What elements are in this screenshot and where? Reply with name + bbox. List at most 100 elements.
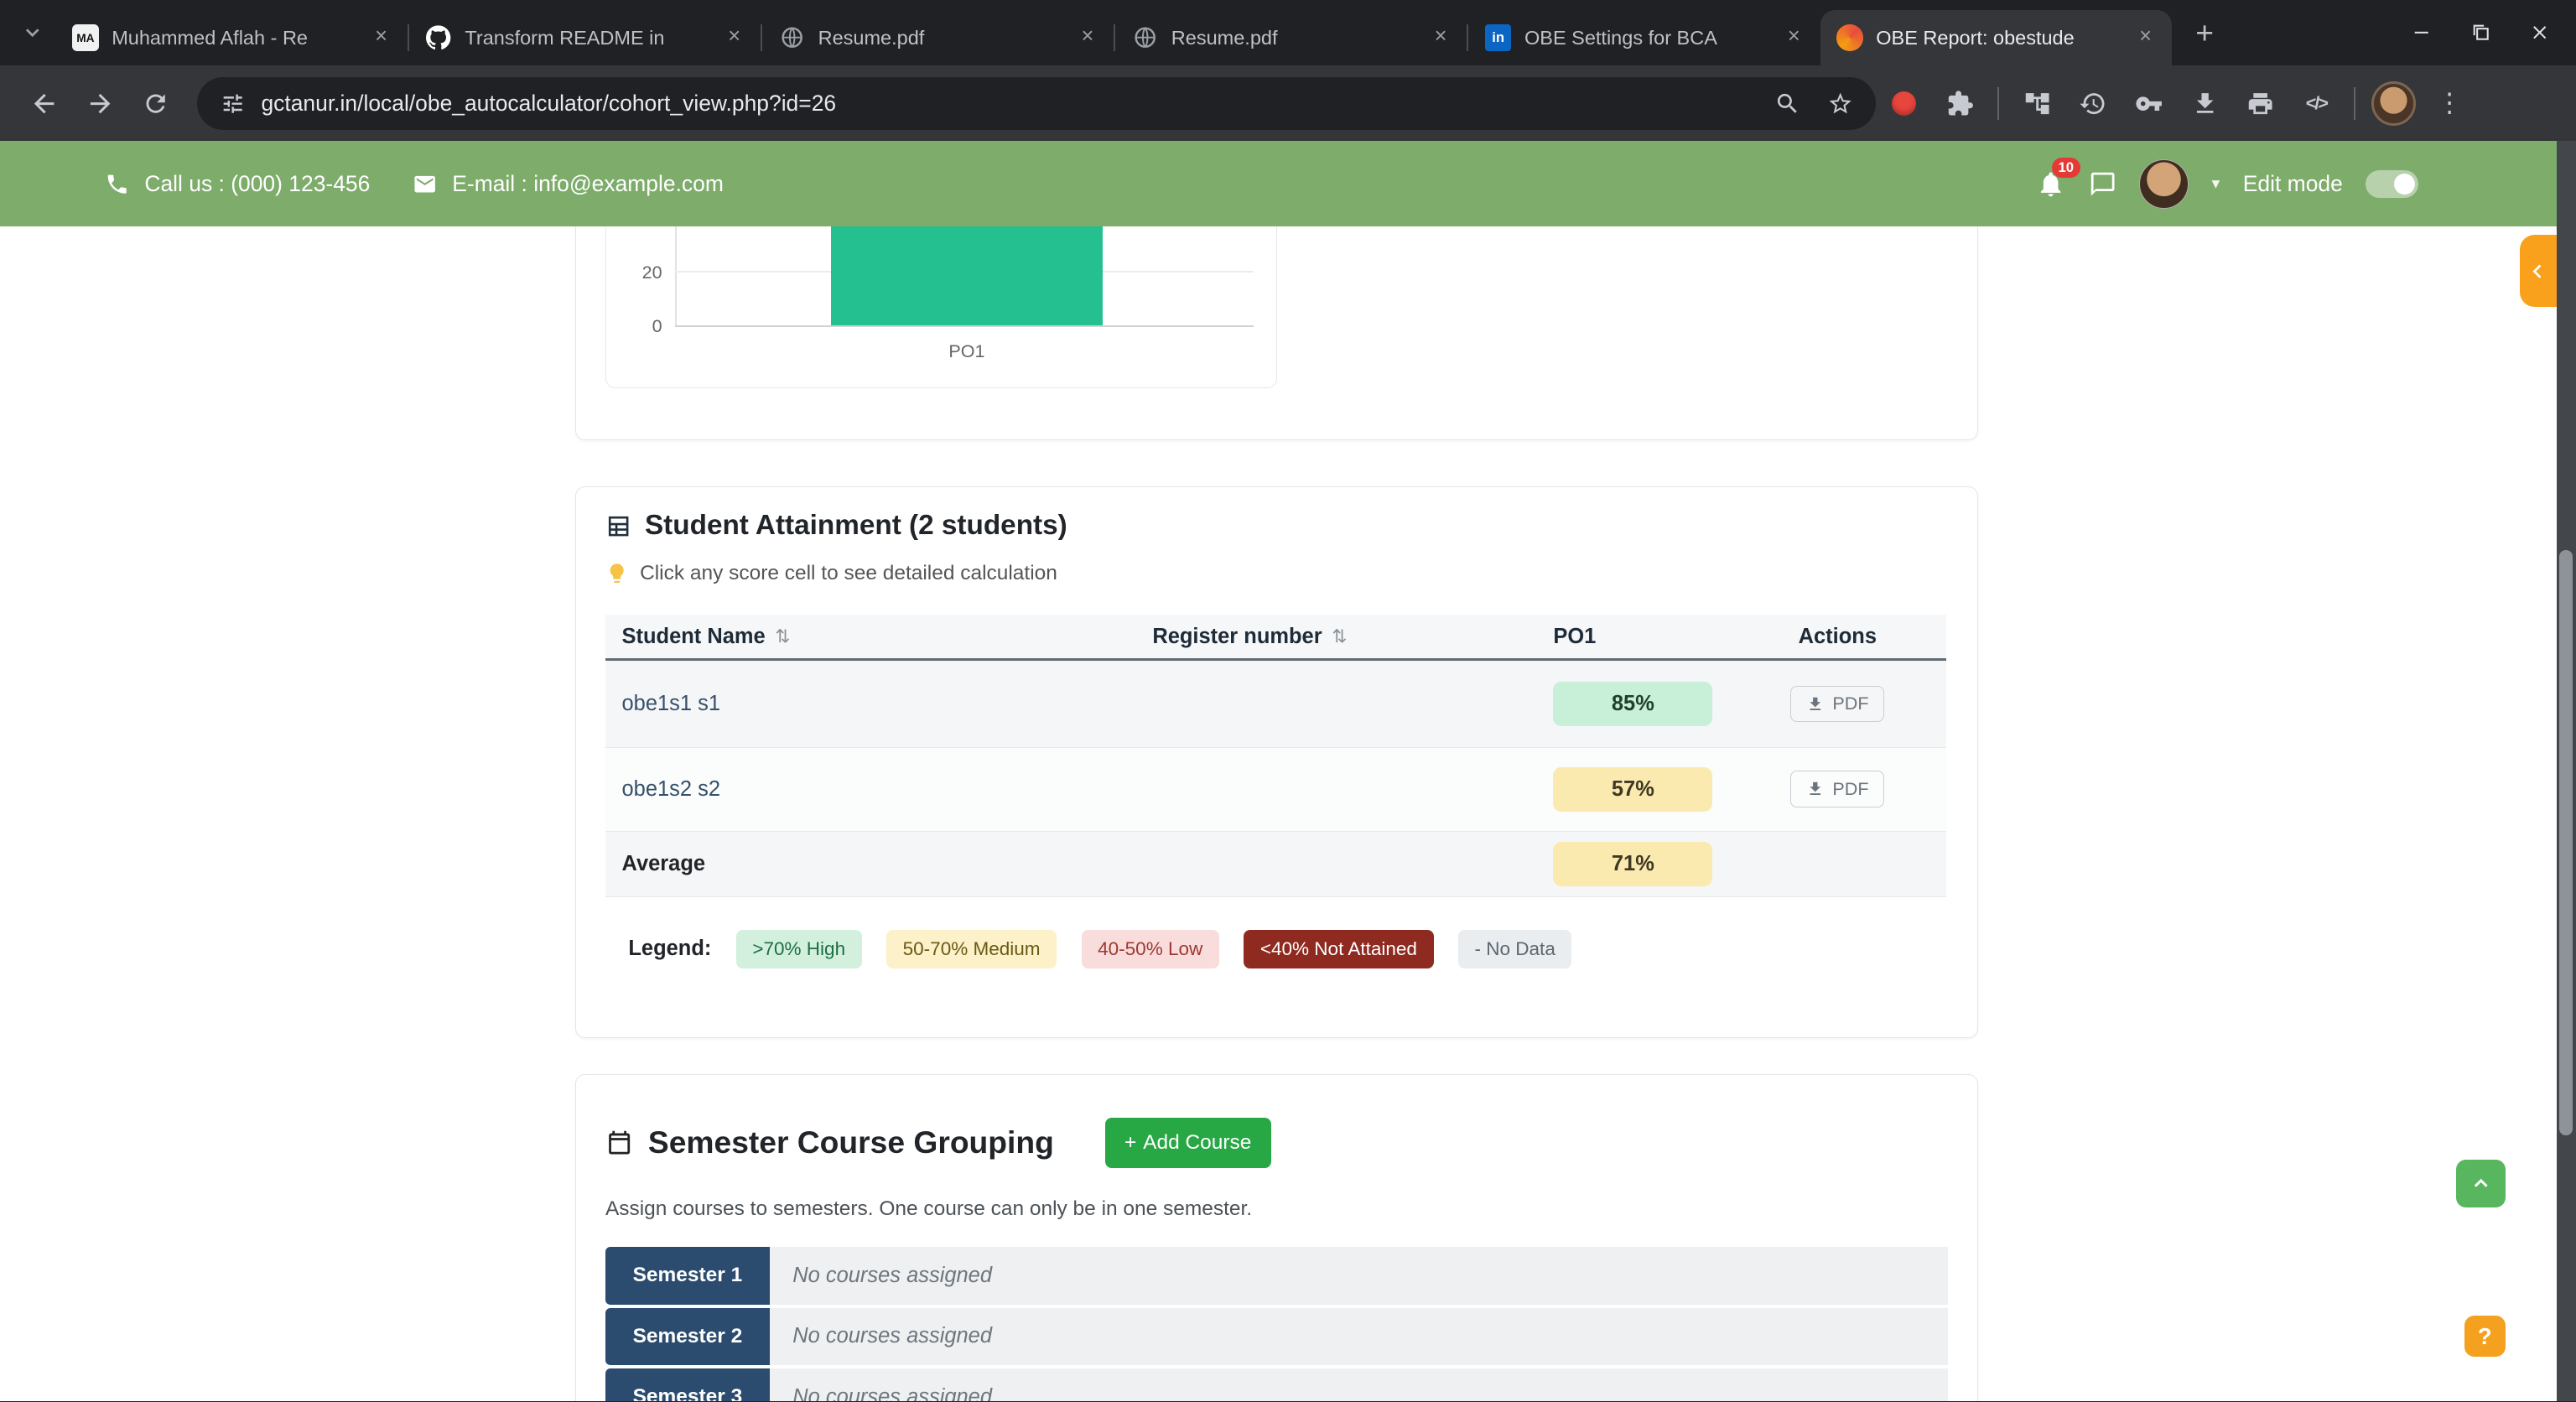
close-window-button[interactable]	[2516, 10, 2563, 56]
forward-button[interactable]	[72, 75, 128, 132]
lightbulb-icon	[605, 562, 628, 584]
window-controls	[2398, 0, 2563, 65]
tab-title: OBE Report: obestude	[1876, 27, 2119, 49]
sort-icon[interactable]: ⇅	[1332, 626, 1347, 647]
site-info-tune-icon[interactable]	[221, 91, 245, 116]
semester-row[interactable]: Semester 2 No courses assigned	[605, 1308, 1948, 1366]
tab-close-icon[interactable]: ×	[2132, 24, 2158, 50]
url-text[interactable]: gctanur.in/local/obe_autocalculator/coho…	[261, 91, 1758, 117]
browser-window: MA Muhammed Aflah - Re × Transform READM…	[0, 0, 2576, 1401]
tab-close-icon[interactable]: ×	[1781, 24, 1807, 50]
y-tick-20: 20	[620, 262, 662, 283]
forward-arrow-icon	[86, 89, 115, 118]
legend-pill-medium: 50-70% Medium	[886, 930, 1057, 968]
section-title: Semester Course Grouping + Add Course	[605, 1118, 1948, 1167]
add-course-button[interactable]: + Add Course	[1105, 1118, 1271, 1167]
profile-avatar[interactable]	[2366, 75, 2422, 132]
semester-label: Semester 2	[605, 1308, 770, 1366]
tab-title: Muhammed Aflah - Re	[112, 27, 355, 49]
ma-favicon-icon: MA	[72, 24, 98, 50]
recording-extension-icon[interactable]	[1876, 75, 1932, 132]
chart-x-label: PO1	[831, 340, 1102, 362]
sidebar-collapse-handle[interactable]	[2520, 235, 2556, 307]
restore-button[interactable]	[2458, 10, 2504, 56]
address-bar[interactable]: gctanur.in/local/obe_autocalculator/coho…	[197, 77, 1876, 130]
score-badge[interactable]: 71%	[1553, 842, 1712, 886]
tab-close-icon[interactable]: ×	[1074, 24, 1100, 50]
site-header: Call us : (000) 123-456 E-mail : info@ex…	[0, 141, 2576, 226]
password-key-icon[interactable]	[2121, 75, 2177, 132]
semester-label: Semester 1	[605, 1247, 770, 1305]
student-name-link[interactable]: obe1s1 s1	[605, 692, 1136, 716]
tab-close-icon[interactable]: ×	[368, 24, 394, 50]
new-tab-button[interactable]: +	[2182, 10, 2228, 56]
browser-tab[interactable]: MA Muhammed Aflah - Re ×	[56, 10, 408, 66]
tab-search-button[interactable]	[10, 10, 56, 56]
minimize-button[interactable]	[2398, 10, 2444, 56]
table-icon	[605, 513, 631, 539]
table-row: obe1s1 s1 85% PDF	[605, 661, 1946, 748]
notification-badge: 10	[2052, 158, 2080, 178]
browser-tab[interactable]: Transform README in ×	[409, 10, 761, 66]
column-header-student-name[interactable]: Student Name⇅	[605, 625, 1136, 649]
pdf-button[interactable]: PDF	[1790, 686, 1884, 723]
dropdown-caret-icon[interactable]: ▾	[2212, 174, 2220, 194]
chart-y-axis	[675, 226, 677, 327]
browser-tab[interactable]: in OBE Settings for BCA ×	[1468, 10, 1820, 66]
reload-button[interactable]	[128, 75, 184, 132]
score-badge[interactable]: 57%	[1553, 767, 1712, 812]
student-name-link[interactable]: obe1s2 s2	[605, 777, 1136, 802]
pdf-button[interactable]: PDF	[1790, 771, 1884, 807]
email-text: E-mail : info@example.com	[452, 171, 724, 197]
chart-card: 20 0 PO1	[575, 226, 1978, 440]
legend-label: Legend:	[628, 937, 711, 961]
code-extension-icon[interactable]: </>	[2288, 75, 2345, 132]
edit-mode-toggle[interactable]	[2366, 170, 2418, 198]
print-icon[interactable]	[2232, 75, 2288, 132]
edit-mode-label: Edit mode	[2243, 171, 2343, 197]
extensions-puzzle-icon[interactable]	[1932, 75, 1988, 132]
browser-tab[interactable]: Resume.pdf ×	[762, 10, 1114, 66]
chat-icon	[2089, 170, 2116, 198]
history-icon[interactable]	[2065, 75, 2122, 132]
semester-content: No courses assigned	[770, 1368, 1948, 1401]
browser-tab[interactable]: Resume.pdf ×	[1115, 10, 1467, 66]
zoom-indicator-icon[interactable]	[1774, 91, 1800, 117]
bookmark-star-icon[interactable]	[1827, 91, 1853, 117]
chevron-up-icon	[2470, 1174, 2492, 1194]
bar-po1	[831, 226, 1102, 325]
scrollbar-thumb[interactable]	[2559, 550, 2573, 1135]
calendar-icon	[605, 1129, 633, 1156]
browser-toolbar: gctanur.in/local/obe_autocalculator/coho…	[0, 65, 2576, 141]
site-favicon-icon	[1836, 24, 1862, 50]
browser-tab-active[interactable]: OBE Report: obestude ×	[1820, 10, 2172, 66]
po-attainment-chart: 20 0 PO1	[605, 226, 1277, 388]
score-badge[interactable]: 85%	[1553, 682, 1712, 726]
notifications-button[interactable]: 10	[2036, 169, 2065, 199]
menu-kebab-icon[interactable]: ⋮	[2422, 75, 2478, 132]
user-avatar[interactable]	[2139, 159, 2189, 209]
tab-close-icon[interactable]: ×	[1427, 24, 1453, 50]
linkedin-favicon-icon: in	[1485, 24, 1511, 50]
close-icon	[2528, 21, 2551, 44]
page-content: 20 0 PO1 Student Attainment (2 students)…	[0, 226, 2556, 1401]
legend-pill-not-attained: <40% Not Attained	[1244, 930, 1433, 968]
table-header-row: Student Name⇅ Register number⇅ PO1 Actio…	[605, 615, 1946, 661]
globe-favicon-icon	[1132, 24, 1158, 50]
download-icon	[1806, 695, 1825, 714]
semester-row[interactable]: Semester 3 No courses assigned	[605, 1368, 1948, 1401]
sort-icon[interactable]: ⇅	[775, 626, 790, 647]
scroll-to-top-button[interactable]	[2456, 1160, 2506, 1207]
tab-close-icon[interactable]: ×	[721, 24, 747, 50]
call-us-text: Call us : (000) 123-456	[144, 171, 370, 197]
semester-row[interactable]: Semester 1 No courses assigned	[605, 1247, 1948, 1305]
messages-button[interactable]	[2089, 170, 2116, 198]
tab-title: Resume.pdf	[1171, 27, 1415, 49]
help-button[interactable]: ?	[2464, 1316, 2506, 1357]
column-header-register-number[interactable]: Register number⇅	[1136, 625, 1537, 649]
y-tick-0: 0	[620, 315, 662, 337]
downloads-icon[interactable]	[2177, 75, 2233, 132]
page-scrollbar[interactable]	[2557, 141, 2576, 1401]
tree-extension-icon[interactable]	[2009, 75, 2065, 132]
back-button[interactable]	[17, 75, 73, 132]
